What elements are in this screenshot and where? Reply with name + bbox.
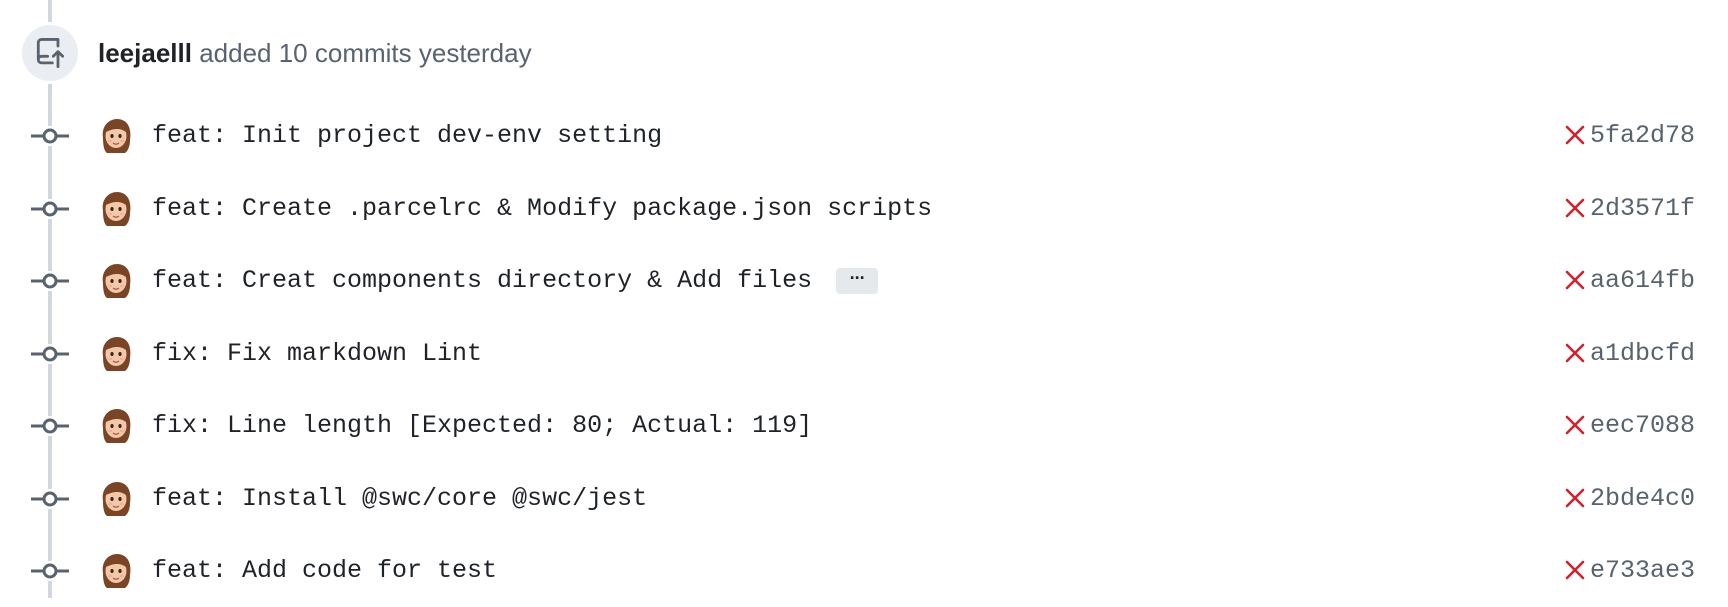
x-icon[interactable] xyxy=(1561,194,1589,222)
commit-row: feat: Install @swc/core @swc/jest 2bde4c0 xyxy=(0,463,1728,535)
x-icon[interactable] xyxy=(1561,121,1589,149)
commit-row: feat: Creat components directory & Add f… xyxy=(0,245,1728,317)
avatar[interactable] xyxy=(99,336,133,372)
commit-sha-link[interactable]: aa614fb xyxy=(1590,265,1695,297)
commit-row: fix: Fix markdown Lint a1dbcfd xyxy=(0,318,1728,390)
event-action-text: added 10 commits yesterday xyxy=(199,37,532,68)
commit-message: fix: Line length [Expected: 80; Actual: … xyxy=(152,410,812,442)
git-commit-icon xyxy=(31,561,69,581)
commit-message-link[interactable]: feat: Install @swc/core @swc/jest xyxy=(152,483,647,515)
commit-row: feat: Add code for test e733ae3 xyxy=(0,535,1728,607)
avatar[interactable] xyxy=(99,481,133,517)
commit-message: feat: Init project dev-env setting xyxy=(152,120,662,152)
commit-sha-link[interactable]: 2d3571f xyxy=(1590,193,1695,225)
expand-commit-button[interactable]: ··· xyxy=(836,268,879,294)
x-icon[interactable] xyxy=(1561,556,1589,584)
commit-message: feat: Add code for test xyxy=(152,555,497,587)
avatar[interactable] xyxy=(99,553,133,589)
commit-sha-link[interactable]: 5fa2d78 xyxy=(1590,120,1695,152)
x-icon[interactable] xyxy=(1561,339,1589,367)
avatar[interactable] xyxy=(99,408,133,444)
commit-message: feat: Creat components directory & Add f… xyxy=(152,265,879,297)
commit-message-link[interactable]: feat: Creat components directory & Add f… xyxy=(152,265,812,297)
author-link[interactable]: leejaelll xyxy=(98,38,192,68)
commit-message: feat: Create .parcelrc & Modify package.… xyxy=(152,193,932,225)
x-icon[interactable] xyxy=(1561,266,1589,294)
commit-message-link[interactable]: fix: Line length [Expected: 80; Actual: … xyxy=(152,410,812,442)
commit-message-link[interactable]: fix: Fix markdown Lint xyxy=(152,338,482,370)
event-description: leejaelll added 10 commits yesterday xyxy=(98,38,532,69)
avatar[interactable] xyxy=(99,118,133,154)
git-commit-icon xyxy=(31,199,69,219)
avatar[interactable] xyxy=(99,263,133,299)
commit-sha-link[interactable]: e733ae3 xyxy=(1590,555,1695,587)
commit-sha-link[interactable]: 2bde4c0 xyxy=(1590,483,1695,515)
commit-row: feat: Create .parcelrc & Modify package.… xyxy=(0,173,1728,245)
commit-message-link[interactable]: feat: Create .parcelrc & Modify package.… xyxy=(152,193,932,225)
git-commit-icon xyxy=(31,126,69,146)
commit-row: feat: Init project dev-env setting 5fa2d7… xyxy=(0,100,1728,172)
git-commit-icon xyxy=(31,271,69,291)
commit-row: fix: Line length [Expected: 80; Actual: … xyxy=(0,390,1728,462)
commit-message: feat: Install @swc/core @swc/jest xyxy=(152,483,647,515)
push-event-header: leejaelll added 10 commits yesterday xyxy=(19,22,532,84)
repo-push-icon xyxy=(19,22,81,84)
x-icon[interactable] xyxy=(1561,411,1589,439)
x-icon[interactable] xyxy=(1561,484,1589,512)
commit-message: fix: Fix markdown Lint xyxy=(152,338,482,370)
commit-sha-link[interactable]: a1dbcfd xyxy=(1590,338,1695,370)
git-commit-icon xyxy=(31,489,69,509)
commit-message-link[interactable]: feat: Add code for test xyxy=(152,555,497,587)
avatar[interactable] xyxy=(99,191,133,227)
git-commit-icon xyxy=(31,416,69,436)
commit-message-link[interactable]: feat: Init project dev-env setting xyxy=(152,120,662,152)
git-commit-icon xyxy=(31,344,69,364)
commit-sha-link[interactable]: eec7088 xyxy=(1590,410,1695,442)
